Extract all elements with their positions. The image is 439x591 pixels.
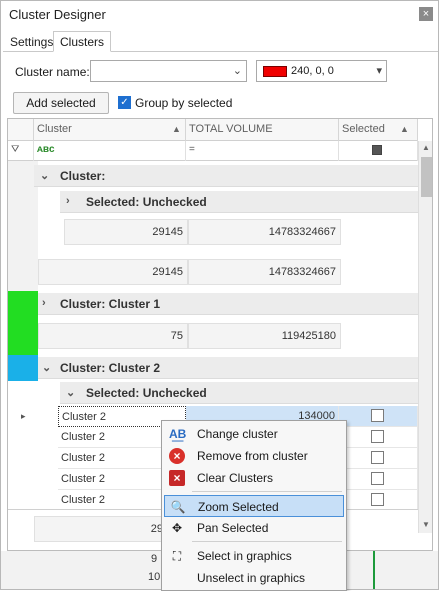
footer-count: 29: [34, 516, 168, 542]
filter-cluster[interactable]: ᴀʙᴄ: [34, 141, 186, 161]
column-header-total-volume[interactable]: TOTAL VOLUME: [186, 119, 339, 141]
menu-item-clear-clusters[interactable]: × Clear Clusters: [164, 467, 344, 489]
color-picker[interactable]: 240, 0, 0 ▾: [256, 60, 387, 82]
menu-item-select-in-graphics[interactable]: ⛶ Select in graphics: [164, 545, 344, 567]
group-label: Cluster: Cluster 2: [60, 361, 161, 375]
cell-selected[interactable]: [339, 406, 418, 427]
column-label: Cluster: [37, 123, 72, 135]
abc-icon: A͟B: [169, 427, 187, 441]
summary-volume: 14783324667: [188, 219, 341, 245]
scroll-thumb[interactable]: [421, 157, 432, 197]
menu-item-label: Remove from cluster: [197, 449, 308, 463]
column-header-cluster[interactable]: Cluster: [34, 119, 186, 141]
menu-item-label: Pan Selected: [197, 521, 269, 535]
vertical-scrollbar[interactable]: ▲ ▼: [418, 141, 432, 533]
summary-count: 29145: [64, 219, 188, 245]
group-label: Selected: Unchecked: [86, 386, 207, 400]
chevron-right-icon[interactable]: ›: [66, 195, 70, 207]
filter-row: ⛛ ᴀʙᴄ =: [8, 141, 418, 161]
menu-separator: [192, 541, 342, 542]
sort-ascending-icon: ▲: [172, 124, 181, 134]
menu-item-label: Change cluster: [197, 427, 278, 441]
row-checkbox[interactable]: [371, 409, 384, 422]
tab-strip: Settings Clusters: [3, 30, 438, 52]
chevron-down-icon[interactable]: ⌄: [40, 169, 49, 182]
group-label: Selected: Unchecked: [86, 195, 207, 209]
row-checkbox[interactable]: [371, 451, 384, 464]
row-checkbox[interactable]: [371, 472, 384, 485]
column-label: Selected: [342, 123, 385, 135]
selection-marker: [373, 551, 375, 589]
menu-item-label: Zoom Selected: [198, 500, 279, 514]
column-label: TOTAL VOLUME: [189, 123, 273, 135]
cell-selected[interactable]: [339, 448, 418, 469]
scroll-up-icon[interactable]: ▲: [422, 143, 430, 152]
menu-item-zoom-selected[interactable]: 🔍 Zoom Selected: [164, 495, 344, 517]
menu-item-remove-from-cluster[interactable]: × Remove from cluster: [164, 445, 344, 467]
filter-selected[interactable]: [339, 141, 418, 161]
summary-volume: 119425180: [188, 323, 341, 349]
cell-selected[interactable]: [339, 490, 418, 511]
underlying-value: 10: [148, 571, 161, 583]
group-by-selected-label: Group by selected: [135, 96, 233, 110]
menu-separator: [192, 491, 342, 492]
color-swatch: [263, 66, 287, 77]
row-checkbox[interactable]: [371, 493, 384, 506]
close-icon[interactable]: ×: [419, 7, 433, 21]
tab-clusters[interactable]: Clusters: [53, 31, 112, 52]
summary-count: 75: [38, 323, 188, 349]
title-bar: Cluster Designer ×: [1, 1, 438, 29]
chevron-down-icon[interactable]: ▾: [376, 64, 382, 77]
menu-item-unselect-in-graphics[interactable]: Unselect in graphics: [164, 567, 344, 589]
underlying-value: 9: [151, 553, 158, 565]
chevron-down-icon[interactable]: ⌄: [66, 386, 75, 399]
tab-settings[interactable]: Settings: [3, 31, 60, 52]
zoom-icon: 🔍: [170, 500, 186, 514]
menu-item-pan-selected[interactable]: ✥ Pan Selected: [164, 517, 344, 539]
group-row-cluster-2[interactable]: ⌄ Cluster: Cluster 2: [38, 357, 418, 379]
remove-icon: ×: [169, 448, 185, 464]
clear-icon: ×: [169, 470, 185, 486]
pan-icon: ✥: [171, 521, 183, 535]
add-selected-button[interactable]: Add selected: [13, 92, 109, 114]
summary-count: 29145: [38, 259, 188, 285]
group-by-selected-checkbox[interactable]: ✓: [118, 96, 131, 109]
grid-header: Cluster ▲ TOTAL VOLUME Selected ▲: [8, 119, 418, 141]
menu-item-label: Clear Clusters: [197, 471, 274, 485]
cluster-name-label: Cluster name:: [15, 65, 90, 79]
cluster-2-color-stripe: [8, 355, 38, 381]
chevron-right-icon[interactable]: ›: [42, 297, 46, 309]
group-row-selected-unchecked[interactable]: › Selected: Unchecked: [60, 191, 418, 213]
cluster-designer-window: Cluster Designer × Settings Clusters Clu…: [0, 0, 439, 591]
color-value: 240, 0, 0: [291, 65, 334, 77]
cell-selected[interactable]: [339, 427, 418, 448]
sort-ascending-icon: ▲: [400, 124, 409, 134]
group-band: [8, 381, 38, 509]
menu-item-label: Select in graphics: [197, 549, 292, 563]
group-row-selected-unchecked[interactable]: ⌄ Selected: Unchecked: [60, 382, 418, 404]
menu-item-label: Unselect in graphics: [197, 571, 306, 585]
group-row-cluster-1[interactable]: › Cluster: Cluster 1: [38, 293, 418, 315]
filter-checkbox[interactable]: [372, 145, 382, 155]
summary-volume: 14783324667: [188, 259, 341, 285]
group-label: Cluster: Cluster 1: [60, 297, 161, 311]
chevron-down-icon[interactable]: ⌄: [233, 64, 242, 77]
select-graphics-icon: ⛶: [172, 549, 182, 563]
row-indicator-header: [8, 119, 34, 141]
filter-volume[interactable]: =: [186, 141, 339, 161]
chevron-down-icon[interactable]: ⌄: [42, 361, 51, 374]
cluster-1-color-stripe: [8, 291, 38, 355]
context-menu: A͟B Change cluster × Remove from cluster…: [161, 420, 347, 591]
row-checkbox[interactable]: [371, 430, 384, 443]
filter-icon[interactable]: ⛛: [8, 141, 34, 161]
cell-selected[interactable]: [339, 469, 418, 490]
menu-item-change-cluster[interactable]: A͟B Change cluster: [164, 423, 344, 445]
group-row-cluster-empty[interactable]: ⌄ Cluster:: [34, 165, 418, 187]
current-row-indicator-icon: ▸: [21, 411, 26, 421]
scroll-down-icon[interactable]: ▼: [422, 520, 430, 529]
window-title: Cluster Designer: [9, 7, 106, 22]
cluster-name-combo[interactable]: ⌄: [90, 60, 247, 82]
group-label: Cluster:: [60, 169, 106, 183]
